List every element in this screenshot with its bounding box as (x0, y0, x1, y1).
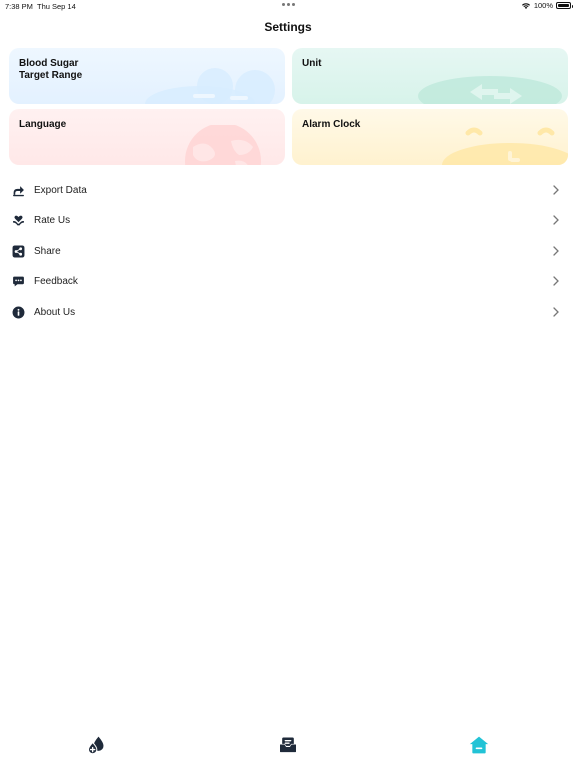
status-date: Thu Sep 14 (37, 2, 76, 11)
blood-sugar-target-card[interactable]: Blood Sugar Target Range (9, 48, 285, 104)
home-icon (469, 736, 489, 754)
settings-screen: 7:38 PM Thu Sep 14 100% Settings Blood S… (0, 0, 576, 768)
alarm-clock-card[interactable]: Alarm Clock (292, 109, 568, 165)
tab-records[interactable] (85, 734, 107, 756)
menu-item-label: About Us (34, 306, 76, 318)
multitasking-dots-icon[interactable] (282, 3, 295, 6)
card-label: Blood Sugar Target Range (19, 58, 83, 81)
settings-menu-list: Export Data Rate Us Share Feedback About… (0, 176, 576, 328)
clock-icon (442, 127, 568, 165)
menu-item-label: Rate Us (34, 215, 71, 227)
menu-item-feedback[interactable]: Feedback (0, 267, 576, 297)
status-right: 100% (521, 1, 573, 10)
share-icon (12, 245, 25, 258)
battery-icon (556, 2, 573, 9)
unit-card[interactable]: Unit (292, 48, 568, 104)
feedback-icon (12, 275, 25, 288)
menu-item-about-us[interactable]: About Us (0, 298, 576, 328)
menu-item-label: Feedback (34, 276, 78, 288)
language-card[interactable]: Language (9, 109, 285, 165)
battery-percent: 100% (533, 1, 553, 10)
chevron-right-icon (553, 185, 559, 195)
chevron-right-icon (553, 306, 559, 317)
status-bar: 7:38 PM Thu Sep 14 100% (0, 0, 576, 14)
wifi-icon (521, 2, 530, 9)
info-icon (12, 306, 25, 319)
menu-item-label: Share (34, 245, 61, 257)
tab-home[interactable] (468, 734, 490, 756)
card-label: Unit (302, 58, 322, 69)
tab-bar (0, 722, 576, 768)
status-time: 7:38 PM (5, 2, 33, 11)
menu-item-export-data[interactable]: Export Data (0, 176, 576, 206)
chevron-right-icon (553, 246, 559, 256)
cloud-icon (145, 68, 275, 104)
heart-hand-icon (12, 214, 25, 227)
inbox-icon (279, 737, 297, 753)
menu-item-label: Export Data (34, 185, 87, 196)
page-title: Settings (264, 20, 312, 34)
export-icon (12, 184, 25, 197)
chevron-right-icon (553, 276, 559, 286)
swap-icon (418, 76, 562, 104)
chevron-right-icon (553, 215, 559, 226)
blood-drop-icon (87, 736, 104, 755)
menu-item-rate-us[interactable]: Rate Us (0, 206, 576, 236)
card-label: Alarm Clock (302, 119, 361, 130)
menu-item-share[interactable]: Share (0, 237, 576, 267)
card-label: Language (19, 119, 67, 130)
tab-inbox[interactable] (277, 734, 299, 756)
globe-icon (185, 125, 261, 165)
